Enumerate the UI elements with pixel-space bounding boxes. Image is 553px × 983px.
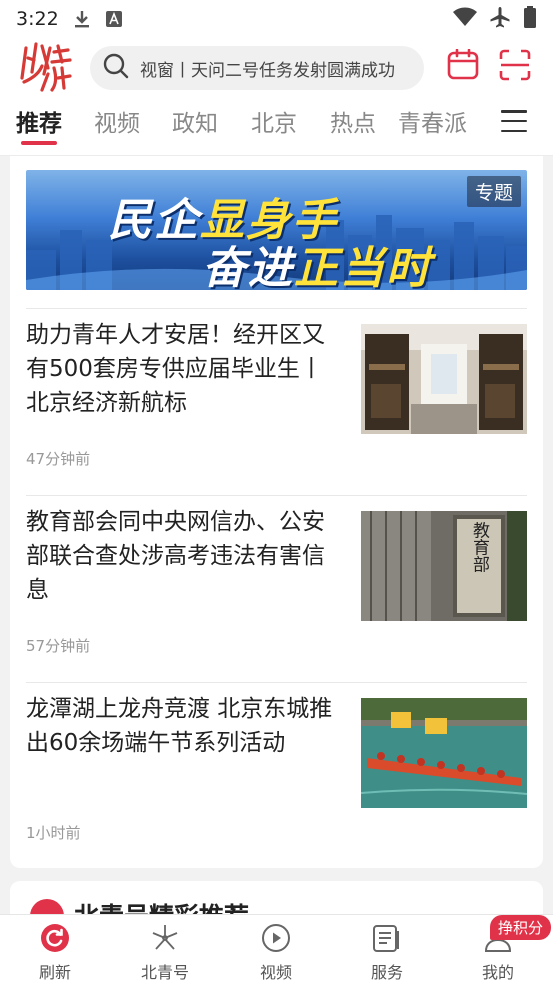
topic-tag: 专题: [466, 176, 521, 207]
tab-recommend[interactable]: 推荐: [16, 104, 62, 138]
search-icon: [102, 52, 130, 84]
nav-label: 服务: [370, 963, 403, 982]
news-item[interactable]: 龙潭湖上龙舟竞渡 北京东城推出60余场端午节系列活动 1小时前: [26, 682, 527, 852]
active-tab-indicator: [21, 141, 57, 145]
refresh-icon: [40, 923, 70, 953]
app-logo[interactable]: [18, 38, 74, 96]
points-badge[interactable]: 挣积分: [490, 915, 552, 940]
nav-label: 北青号: [140, 963, 189, 982]
nav-label: 刷新: [38, 963, 71, 982]
banner-text-2a: 奋进: [202, 243, 294, 290]
battery-icon: [523, 6, 537, 32]
news-time: 57分钟前: [26, 637, 91, 655]
news-thumbnail-dormitory: [361, 324, 527, 434]
status-time: 3:22: [16, 8, 59, 30]
news-thumbnail-ministry: 教育部: [361, 511, 527, 621]
menu-icon[interactable]: [501, 110, 527, 132]
search-placeholder: 视窗丨天问二号任务发射圆满成功: [140, 60, 395, 81]
news-title: 教育部会同中央网信办、公安部联合查处涉高考违法有害信息: [26, 509, 325, 603]
channel-tabs: 推荐 视频 政知 北京 热点 青春派: [0, 98, 553, 156]
news-item[interactable]: 教育部会同中央网信办、公安部联合查处涉高考违法有害信息 57分钟前 教育部: [26, 495, 527, 665]
nav-beiqing[interactable]: 北青号: [110, 915, 220, 983]
news-title: 助力青年人才安居！经开区又有500套房专供应届毕业生丨北京经济新航标: [26, 322, 325, 416]
airplane-icon: [489, 6, 511, 32]
banner-text-2b: 正当时: [294, 243, 432, 290]
play-icon: [261, 923, 291, 953]
tab-hot[interactable]: 热点: [330, 104, 376, 138]
banner-text-1a: 民企: [108, 195, 200, 246]
nav-label: 视频: [259, 963, 292, 982]
app-header: 视窗丨天问二号任务发射圆满成功: [0, 38, 553, 98]
nav-video[interactable]: 视频: [221, 915, 331, 983]
news-title: 龙潭湖上龙舟竞渡 北京东城推出60余场端午节系列活动: [26, 696, 333, 756]
service-icon: [372, 923, 402, 953]
news-thumbnail-dragon-boat: [361, 698, 527, 808]
calendar-icon: [447, 48, 479, 85]
banner-headline-2: 奋进正当时: [202, 232, 432, 290]
tab-youth[interactable]: 青春派: [398, 104, 467, 138]
calendar-button[interactable]: [446, 48, 480, 85]
tab-video[interactable]: 视频: [94, 104, 140, 138]
topic-banner[interactable]: 民企显身手 奋进正当时 专题: [26, 170, 527, 290]
nav-service[interactable]: 服务: [332, 915, 442, 983]
feed-card: 民企显身手 奋进正当时 专题 助力青年人才安居！经开区又有500套房专供应届毕业…: [10, 156, 543, 868]
ministry-sign-text: 教育部: [469, 521, 490, 572]
tab-beijing[interactable]: 北京: [251, 104, 297, 138]
tab-politics[interactable]: 政知: [172, 104, 218, 138]
flower-icon: [150, 923, 180, 953]
status-bar: 3:22: [0, 0, 553, 38]
search-bar[interactable]: 视窗丨天问二号任务发射圆满成功: [90, 46, 424, 90]
scan-icon: [499, 49, 531, 85]
scan-button[interactable]: [498, 49, 532, 85]
download-icon: [73, 9, 91, 29]
news-time: 47分钟前: [26, 450, 91, 468]
nav-refresh[interactable]: 刷新: [0, 915, 110, 983]
wifi-icon: [453, 7, 477, 31]
nav-label: 我的: [481, 963, 514, 982]
font-icon: [105, 10, 123, 28]
news-item[interactable]: 助力青年人才安居！经开区又有500套房专供应届毕业生丨北京经济新航标 47分钟前: [26, 308, 527, 478]
news-time: 1小时前: [26, 824, 81, 842]
bottom-nav: 刷新 北青号 视频 服务 我的: [0, 914, 553, 983]
